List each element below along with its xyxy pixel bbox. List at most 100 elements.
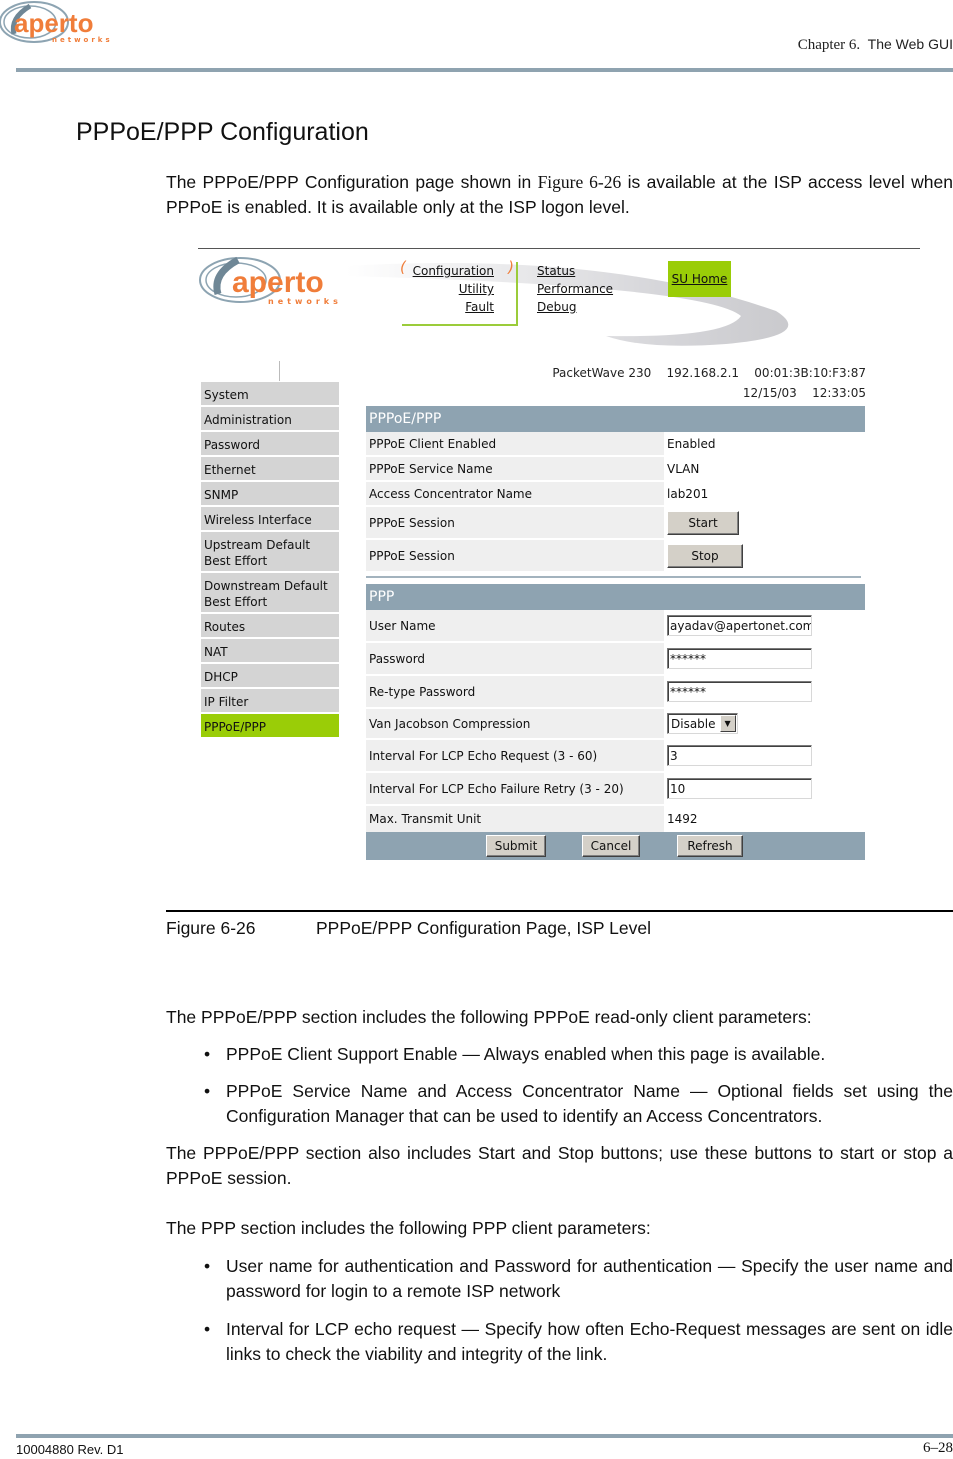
stop-session-button[interactable]: Stop [667,543,743,568]
lcp-echo-failure-row: Interval For LCP Echo Failure Retry (3 -… [366,773,865,806]
mtu-label: Max. Transmit Unit [366,806,664,832]
ac-name-value: lab201 [667,486,709,501]
ac-name-row: Access Concentrator Name lab201 [366,482,865,507]
nav-utility[interactable]: Utility [459,282,494,296]
device-info-line: PacketWave 230 192.168.2.1 00:01:3B:10:F… [552,366,866,380]
nav-performance[interactable]: Performance [537,282,613,296]
pppoe-client-enabled-row: PPPoE Client Enabled Enabled [366,432,865,457]
sidebar-item-ip-filter[interactable]: IP Filter [201,689,339,714]
form-action-bar: Submit Cancel Refresh [366,832,865,860]
pppoe-client-enabled-label: PPPoE Client Enabled [366,432,664,455]
lcp-echo-request-row: Interval For LCP Echo Request (3 - 60) [366,740,865,773]
left-paren-decoration: ( [400,258,406,276]
pppoe-service-name-label: PPPoE Service Name [366,457,664,480]
ac-name-label: Access Concentrator Name [366,482,664,505]
figure-screenshot: aperto networks ( ) Configuration Utilit… [196,248,920,868]
caption-rule [166,910,953,912]
sidebar-item-administration[interactable]: Administration [201,407,339,432]
body-paragraph-3: The PPP section includes the following P… [166,1218,651,1238]
nav-fault[interactable]: Fault [465,300,494,314]
password-label: Password [366,643,664,674]
chapter-title: The Web GUI [867,36,953,52]
svg-text:networks: networks [52,36,113,44]
sidebar-item-password[interactable]: Password [201,432,339,457]
nav-debug[interactable]: Debug [537,300,576,314]
page-number: 6–28 [923,1440,953,1456]
intro-paragraph: The PPPoE/PPP Configuration page shown i… [166,170,953,220]
password-input[interactable] [667,648,812,669]
retype-password-input[interactable] [667,681,812,702]
pppoe-service-name-row: PPPoE Service Name VLAN [366,457,865,482]
sidebar-item-downstream-default-best-effort[interactable]: Downstream Default Best Effort [201,573,339,614]
divider-line [279,361,280,381]
user-name-row: User Name [366,610,865,643]
right-paren-decoration: ) [508,258,514,276]
svg-text:aperto: aperto [232,266,324,299]
header-rule [16,68,953,72]
figure-caption: PPPoE/PPP Configuration Page, ISP Level [316,918,651,938]
pppoe-session-stop-row: PPPoE Session Stop [366,540,865,573]
start-session-button[interactable]: Start [667,510,739,535]
intro-text: The PPPoE/PPP Configuration page shown i… [166,172,538,192]
user-name-input[interactable] [667,615,812,636]
sidebar-item-snmp[interactable]: SNMP [201,482,339,507]
ppp-section-header: PPP [366,584,865,610]
submit-button[interactable]: Submit [486,835,546,857]
sidebar-menu: System Administration Password Ethernet … [201,382,339,739]
sidebar-item-ethernet[interactable]: Ethernet [201,457,339,482]
pppoe-section-header: PPPoE/PPP [366,406,865,432]
retype-password-label: Re-type Password [366,676,664,707]
vj-compression-select[interactable]: Disable ▼ [667,713,738,734]
sidebar-item-dhcp[interactable]: DHCP [201,664,339,689]
vj-compression-label: Van Jacobson Compression [366,709,664,738]
pppoe-service-name-value: VLAN [667,461,700,476]
sidebar-item-pppoe-ppp[interactable]: PPPoE/PPP [201,714,339,739]
pppoe-session-start-row: PPPoE Session Start [366,507,865,540]
nav-group-primary: ( ) Configuration Utility Fault [400,258,518,326]
sidebar-item-routes[interactable]: Routes [201,614,339,639]
refresh-button[interactable]: Refresh [677,835,743,857]
pppoe-session-label: PPPoE Session [366,540,664,571]
device-model: PacketWave 230 [552,366,652,380]
bullet-item: Interval for LCP echo request — Specify … [204,1317,953,1367]
device-mac: 00:01:3B:10:F3:87 [754,366,866,380]
user-name-label: User Name [366,610,664,641]
mtu-value: 1492 [667,812,698,826]
nav-status[interactable]: Status [537,264,575,278]
retype-password-row: Re-type Password [366,676,865,709]
su-home-button[interactable]: SU Home [668,261,731,297]
device-datetime-line: 12/15/03 12:33:05 [743,386,866,400]
svg-text:networks: networks [268,297,342,306]
pppoe-client-enabled-value: Enabled [667,436,716,451]
body-paragraph-1: The PPPoE/PPP section includes the follo… [166,1007,812,1027]
lcp-echo-failure-input[interactable] [667,778,812,799]
sidebar-item-upstream-default-best-effort[interactable]: Upstream Default Best Effort [201,532,339,573]
device-ip: 192.168.2.1 [666,366,740,380]
lcp-echo-failure-label: Interval For LCP Echo Failure Retry (3 -… [366,773,664,804]
footer-rule [16,1434,953,1438]
mtu-row: Max. Transmit Unit 1492 [366,806,865,832]
bullet-item: User name for authentication and Passwor… [204,1254,953,1304]
lcp-echo-request-input[interactable] [667,745,812,766]
nav-configuration[interactable]: Configuration [413,264,494,278]
aperto-logo: aperto networks [0,1,113,44]
lcp-echo-request-label: Interval For LCP Echo Request (3 - 60) [366,740,664,771]
sidebar-item-wireless-interface[interactable]: Wireless Interface [201,507,339,532]
figure-reference[interactable]: Figure 6-26 [538,172,622,192]
figure-number: Figure 6-26 [166,918,256,938]
device-date: 12/15/03 [742,386,797,400]
svg-text:aperto: aperto [14,8,93,38]
bullet-item: PPPoE Service Name and Access Concentrat… [204,1079,953,1129]
chapter-label: Chapter 6. [797,37,861,53]
vj-compression-selected: Disable [671,716,716,731]
main-content: PPPoE/PPP PPPoE Client Enabled Enabled P… [366,406,865,860]
section-separator [366,576,861,578]
bullet-item: PPPoE Client Support Enable — Always ena… [204,1042,953,1067]
cancel-button[interactable]: Cancel [582,835,640,857]
section-title: PPPoE/PPP Configuration [76,118,369,146]
dropdown-arrow-icon[interactable]: ▼ [719,715,736,732]
app-logo: aperto networks [199,256,342,306]
sidebar-item-nat[interactable]: NAT [201,639,339,664]
sidebar-item-system[interactable]: System [201,382,339,407]
device-time: 12:33:05 [812,386,866,400]
